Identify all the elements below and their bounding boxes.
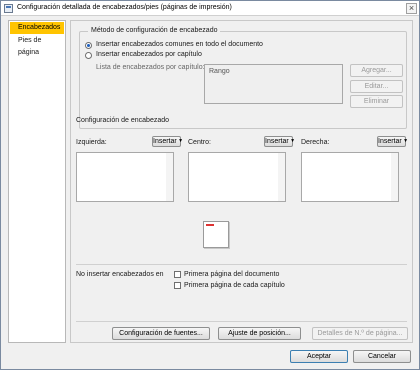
position-adjust-button[interactable]: Ajuste de posición... <box>218 327 301 340</box>
page-preview <box>203 221 229 248</box>
method-group-title: Método de configuración de encabezado <box>88 27 221 34</box>
app-icon <box>4 4 13 13</box>
insert-left-button[interactable]: Insertar ▼ <box>152 136 184 147</box>
sidebar: Encabezados Pies de página <box>8 20 66 343</box>
first-doc-page-label[interactable]: Primera página del documento <box>184 271 279 278</box>
left-label: Izquierda: <box>76 139 107 146</box>
font-settings-button[interactable]: Configuración de fuentes... <box>112 327 210 340</box>
radio-chapter-headers-label[interactable]: Insertar encabezados por capítulo <box>96 51 202 58</box>
add-button[interactable]: Agregar... <box>350 64 403 77</box>
header-mark <box>206 224 214 226</box>
radio-chapter-headers[interactable] <box>85 52 92 59</box>
chevron-down-icon: ▼ <box>176 138 184 144</box>
chapter-list-label: Lista de encabezados por capítulo: <box>96 64 205 71</box>
sidebar-item-headers[interactable]: Encabezados <box>10 22 64 34</box>
left-header-text[interactable] <box>76 152 174 202</box>
header-config-title: Configuración de encabezado <box>76 117 170 124</box>
insert-center-button[interactable]: Insertar ▼ <box>264 136 296 147</box>
page-number-details-button[interactable]: Detalles de N.º de página... <box>312 327 408 340</box>
close-icon: × <box>408 3 415 13</box>
insert-right-button[interactable]: Insertar ▼ <box>377 136 409 147</box>
insert-right-label: Insertar <box>378 138 402 145</box>
right-header-text[interactable] <box>301 152 399 202</box>
first-doc-page-checkbox[interactable] <box>174 271 181 278</box>
accept-button[interactable]: Aceptar <box>290 350 348 363</box>
title-bar: Configuración detallada de encabezados/p… <box>1 1 419 16</box>
right-label: Derecha: <box>301 139 330 146</box>
settings-panel: Método de configuración de encabezado In… <box>70 20 413 343</box>
chapter-list[interactable]: Rango <box>204 64 343 104</box>
cancel-button[interactable]: Cancelar <box>353 350 411 363</box>
center-label: Centro: <box>188 139 211 146</box>
chevron-down-icon: ▼ <box>288 138 296 144</box>
delete-button[interactable]: Eliminar <box>350 95 403 108</box>
insert-left-label: Insertar <box>153 138 177 145</box>
divider <box>76 264 407 265</box>
window-title: Configuración detallada de encabezados/p… <box>17 4 232 11</box>
insert-center-label: Insertar <box>265 138 289 145</box>
close-button[interactable]: × <box>406 3 417 14</box>
method-group: Método de configuración de encabezado In… <box>79 27 407 129</box>
radio-common-headers[interactable] <box>85 42 92 49</box>
radio-common-headers-label[interactable]: Insertar encabezados comunes en todo el … <box>96 41 263 48</box>
first-chapter-page-label[interactable]: Primera página de cada capítulo <box>184 282 285 289</box>
edit-button[interactable]: Editar... <box>350 80 403 93</box>
chapter-list-value: Rango <box>209 68 230 75</box>
sidebar-item-footers[interactable]: Pies de página <box>10 35 64 56</box>
first-chapter-page-checkbox[interactable] <box>174 282 181 289</box>
divider <box>76 321 407 322</box>
right-scroll <box>391 153 398 201</box>
chevron-down-icon: ▼ <box>401 138 409 144</box>
dialog-window: Configuración detallada de encabezados/p… <box>0 0 420 370</box>
no-insert-label: No insertar encabezados en <box>76 271 164 278</box>
left-scroll <box>166 153 173 201</box>
center-scroll <box>278 153 285 201</box>
center-header-text[interactable] <box>188 152 286 202</box>
